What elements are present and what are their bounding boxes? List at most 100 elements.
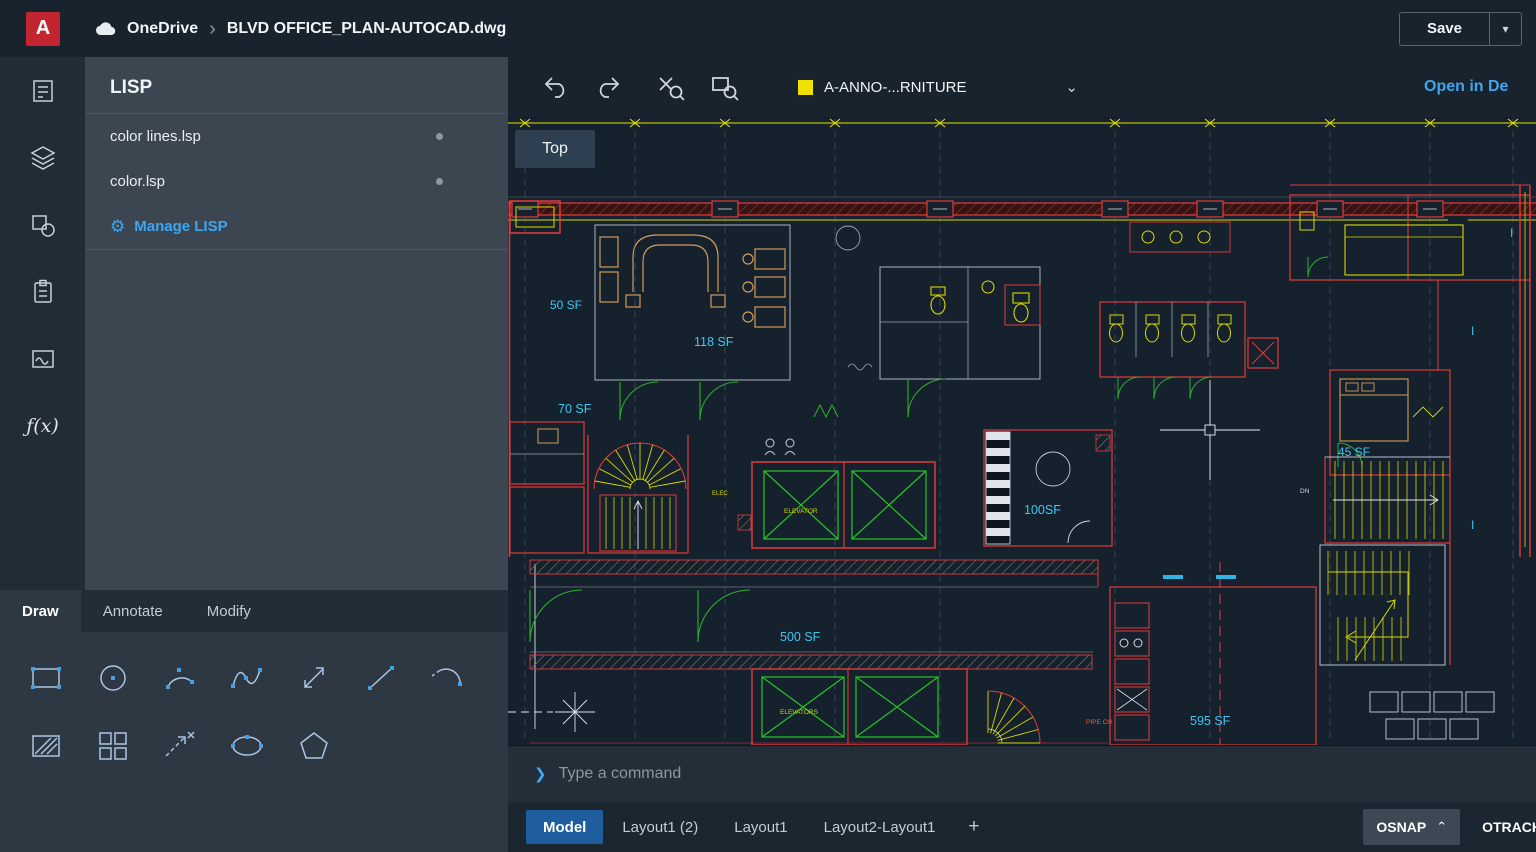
- viewcube-top-button[interactable]: Top: [515, 130, 595, 168]
- measure-tool-icon[interactable]: [146, 720, 213, 772]
- osnap-label: OSNAP: [1376, 819, 1426, 835]
- breadcrumb-provider[interactable]: OneDrive: [127, 20, 198, 38]
- canvas-toolbar: A-ANNO-...RNITURE ⌄ Open in De: [508, 57, 1536, 117]
- left-tool-strip: ƒ(x): [0, 57, 85, 590]
- command-bar[interactable]: ❯ Type a command: [508, 745, 1536, 802]
- layer-color-swatch: [798, 80, 813, 95]
- lisp-file-list: color lines.lsp color.lsp: [85, 114, 508, 204]
- corridor-doors: [530, 590, 750, 642]
- layout-tab-layout2-layout1[interactable]: Layout2-Layout1: [807, 810, 953, 844]
- floor-plan-drawing[interactable]: 50 SF118 SF70 SF100SF45 SF500 SF595 SFEL…: [508, 117, 1536, 745]
- canvas-text-label: ELEVATORS: [780, 709, 819, 716]
- lisp-status-dot-icon: [436, 178, 443, 185]
- bedroom-room: [1330, 370, 1450, 475]
- canvas-labels: 50 SF118 SF70 SF100SF45 SF500 SF595 SFEL…: [550, 226, 1513, 728]
- gear-icon: ⚙: [110, 218, 125, 235]
- open-in-desktop-link[interactable]: Open in De: [1424, 78, 1536, 96]
- sheets-panel-icon[interactable]: [0, 57, 85, 124]
- zoom-window-icon[interactable]: [702, 67, 748, 107]
- dimension-line: [508, 119, 1536, 127]
- lisp-panel-title: LISP: [85, 57, 508, 114]
- right-stair-upper: [1325, 457, 1450, 543]
- left-wall-rooms: [510, 201, 585, 729]
- left-stair-block: [588, 435, 688, 553]
- ribbon-tab-bar: DrawAnnotateModify: [0, 590, 508, 632]
- breadcrumb-separator-icon: ›: [207, 19, 218, 39]
- canvas-text-label: I: [1510, 226, 1513, 240]
- canvas-text-label: 100SF: [1024, 503, 1061, 517]
- lisp-status-dot-icon: [436, 133, 443, 140]
- spline-tool-icon[interactable]: [213, 652, 280, 704]
- top-bar: A OneDrive › BLVD OFFICE_PLAN-AUTOCAD.dw…: [0, 0, 1536, 57]
- onedrive-cloud-icon: [94, 20, 118, 37]
- lisp-file-item[interactable]: color.lsp: [85, 159, 508, 204]
- layout-tabs: ModelLayout1 (2)Layout1Layout2-Layout1: [524, 810, 952, 844]
- layout-tab-model[interactable]: Model: [526, 810, 603, 844]
- canvas-text-label: ELEVATOR: [784, 508, 818, 515]
- breadcrumb-filename[interactable]: BLVD OFFICE_PLAN-AUTOCAD.dwg: [227, 20, 506, 38]
- chevron-down-icon: ⌄: [1065, 78, 1078, 96]
- lisp-file-item[interactable]: color lines.lsp: [85, 114, 508, 159]
- caret-up-icon: ⌃: [1436, 819, 1447, 835]
- line-tool-icon[interactable]: [347, 652, 414, 704]
- undo-icon[interactable]: [532, 67, 578, 107]
- autocad-logo[interactable]: A: [26, 12, 60, 46]
- canvas-text-label: 70 SF: [558, 402, 592, 416]
- canvas-text-label: I: [1471, 518, 1474, 532]
- match-line-symbol: [508, 692, 595, 732]
- osnap-toggle[interactable]: OSNAP ⌃: [1363, 809, 1460, 845]
- layer-dropdown[interactable]: A-ANNO-...RNITURE ⌄: [788, 68, 1088, 106]
- canvas-text-label: 595 SF: [1190, 714, 1231, 728]
- ribbon-tab-draw[interactable]: Draw: [0, 590, 81, 632]
- manage-lisp-button[interactable]: ⚙ Manage LISP: [85, 204, 508, 250]
- lisp-panel: LISP color lines.lsp color.lsp ⚙ Manage L…: [85, 57, 508, 590]
- canvas-text-label: 45 SF: [1338, 445, 1370, 459]
- circle-tool-icon[interactable]: [79, 652, 146, 704]
- block-insert-tool-icon[interactable]: [79, 720, 146, 772]
- elevator-bank-upper: [738, 462, 935, 548]
- small-symbols: [765, 405, 838, 455]
- zoom-object-icon[interactable]: [648, 67, 694, 107]
- polygon-tool-icon[interactable]: [280, 720, 347, 772]
- ribbon-tab-modify[interactable]: Modify: [185, 590, 273, 632]
- ribbon-tab-annotate[interactable]: Annotate: [81, 590, 185, 632]
- canvas-text-label: PIPE CH: [1086, 719, 1112, 726]
- arc-tool-icon[interactable]: [146, 652, 213, 704]
- exterior-wall: [508, 197, 1536, 220]
- canvas-text-label: DN: [1300, 488, 1310, 495]
- save-dropdown-caret-icon[interactable]: ▾: [1489, 13, 1521, 45]
- save-button-group: Save ▾: [1399, 12, 1522, 46]
- redo-icon[interactable]: [586, 67, 632, 107]
- hatch-tool-icon[interactable]: [12, 720, 79, 772]
- rectangle-tool-icon[interactable]: [12, 652, 79, 704]
- command-chevron-icon: ❯: [534, 765, 547, 783]
- building-core: [984, 430, 1112, 546]
- layout-tab-layout1-2-[interactable]: Layout1 (2): [605, 810, 715, 844]
- canvas-text-label: ELEC: [712, 491, 728, 497]
- corridor-walls: [530, 560, 1108, 743]
- move-tool-icon[interactable]: [280, 652, 347, 704]
- tangent-arc-tool-icon[interactable]: [414, 652, 481, 704]
- clipboard-panel-icon[interactable]: [0, 258, 85, 325]
- drawing-canvas[interactable]: Top: [508, 117, 1536, 745]
- lisp-file-name: color lines.lsp: [110, 128, 201, 145]
- command-input-placeholder[interactable]: Type a command: [559, 765, 682, 783]
- bottom-right-furniture: [1370, 692, 1494, 739]
- crosshair-cursor: [1160, 380, 1260, 480]
- blocks-panel-icon[interactable]: [0, 191, 85, 258]
- canvas-text-label: 118 SF: [694, 335, 734, 349]
- right-bathrooms: [1100, 222, 1278, 399]
- otrack-toggle[interactable]: OTRACK: [1482, 819, 1536, 835]
- ribbon-tool-area: DrawAnnotateModify: [0, 590, 508, 852]
- layers-panel-icon[interactable]: [0, 124, 85, 191]
- draw-tool-grid: [0, 632, 508, 772]
- save-button[interactable]: Save: [1400, 13, 1489, 45]
- kitchen-strip: [1115, 603, 1149, 740]
- canvas-text-label: 50 SF: [550, 298, 582, 312]
- expressions-panel-icon[interactable]: ƒ(x): [0, 392, 85, 459]
- breadcrumb: OneDrive › BLVD OFFICE_PLAN-AUTOCAD.dwg: [94, 19, 506, 39]
- layout-tab-layout1[interactable]: Layout1: [717, 810, 804, 844]
- image-xref-panel-icon[interactable]: [0, 325, 85, 392]
- ellipse-tool-icon[interactable]: [213, 720, 280, 772]
- add-layout-button[interactable]: +: [952, 816, 995, 838]
